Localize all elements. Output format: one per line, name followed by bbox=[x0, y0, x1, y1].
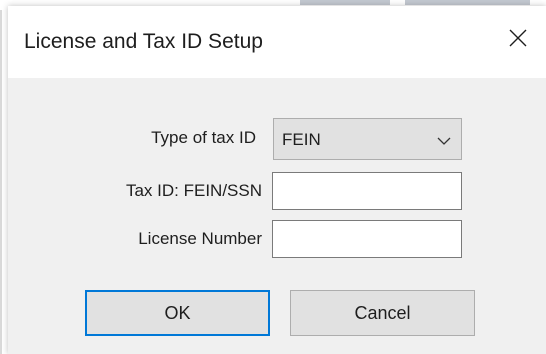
tax-id-type-value: FEIN bbox=[282, 130, 321, 149]
chevron-down-icon bbox=[437, 133, 451, 151]
license-number-label: License Number bbox=[138, 229, 262, 248]
license-number-input[interactable] bbox=[272, 220, 462, 258]
close-icon bbox=[509, 29, 527, 52]
dialog-body: Type of tax ID FEIN Tax ID: FEIN/SSN Lic… bbox=[8, 78, 546, 354]
dialog-title: License and Tax ID Setup bbox=[24, 30, 263, 53]
ok-button[interactable]: OK bbox=[85, 290, 270, 336]
background-window-text bbox=[405, 0, 530, 5]
license-tax-id-dialog: License and Tax ID Setup Type of tax ID … bbox=[8, 6, 546, 354]
tax-id-type-label: Type of tax ID bbox=[151, 128, 256, 147]
tax-id-input[interactable] bbox=[272, 172, 462, 210]
cancel-button[interactable]: Cancel bbox=[290, 290, 475, 336]
background-window-text bbox=[300, 0, 390, 5]
tax-id-label: Tax ID: FEIN/SSN bbox=[125, 181, 262, 200]
background-window-edge bbox=[0, 10, 2, 354]
dialog-titlebar[interactable]: License and Tax ID Setup bbox=[8, 6, 546, 78]
tax-id-type-select[interactable]: FEIN bbox=[273, 118, 462, 160]
close-button[interactable] bbox=[496, 20, 540, 60]
